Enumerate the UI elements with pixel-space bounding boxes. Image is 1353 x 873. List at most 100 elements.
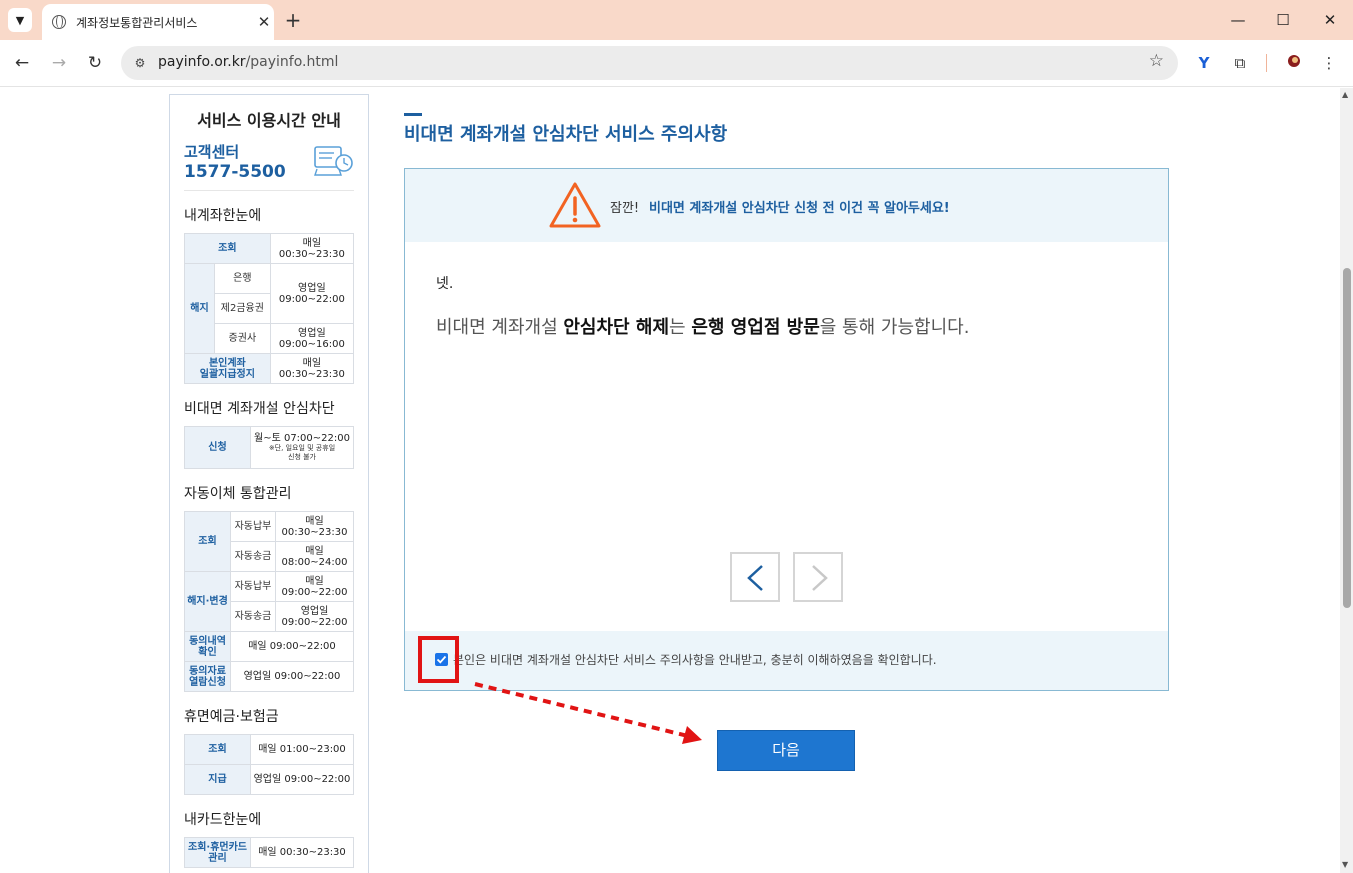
scrollbar-thumb[interactable] bbox=[1343, 268, 1351, 608]
chevron-left-icon bbox=[747, 565, 763, 591]
label-line: 조회·휴먼카드 bbox=[188, 841, 247, 853]
time-range: 09:00~22:00 bbox=[278, 293, 345, 305]
scroll-down-icon[interactable]: ▼ bbox=[1342, 860, 1348, 869]
time-day: 매일 bbox=[302, 237, 322, 249]
time-range: 09:00~22:00 bbox=[281, 586, 348, 598]
cell-card-time: 매일 00:30~23:30 bbox=[250, 837, 354, 868]
profile-avatar[interactable] bbox=[1283, 52, 1305, 74]
label-line: 본인계좌 bbox=[208, 357, 246, 369]
apply-note: 신청 불가 bbox=[288, 453, 316, 461]
warning-triangle-icon bbox=[549, 182, 601, 228]
tab-search-button[interactable]: ▼ bbox=[8, 8, 32, 32]
confirm-label[interactable]: 본인은 비대면 계좌개설 안심차단 서비스 주의사항을 안내받고, 충분히 이해… bbox=[453, 651, 937, 668]
bookmark-star-icon[interactable]: ☆ bbox=[1149, 51, 1164, 71]
time-range: 00:30~23:30 bbox=[278, 368, 345, 380]
maximize-button[interactable]: ☐ bbox=[1273, 8, 1293, 32]
dormant-hours-table: 조회 매일 01:00~23:00 지급 영업일 09:00~22:00 bbox=[184, 734, 354, 795]
cell-inquiry: 조회 bbox=[184, 233, 271, 264]
section-title-my-cards: 내카드한눈에 bbox=[184, 812, 262, 828]
cell-consent-doc-time: 영업일 09:00~22:00 bbox=[230, 661, 354, 692]
minimize-button[interactable]: — bbox=[1228, 8, 1248, 32]
cell-apply-time: 월~토 07:00~22:00 ※단, 일요일 및 공휴일 신청 불가 bbox=[250, 426, 354, 469]
cell-autosend-time: 매일 08:00~24:00 bbox=[274, 541, 355, 572]
cell-change: 해지·변경 bbox=[184, 571, 231, 632]
cell-securities: 증권사 bbox=[214, 323, 271, 354]
label-line: 일괄지급정지 bbox=[199, 368, 255, 380]
label-line: 동의내역 bbox=[189, 635, 226, 647]
cell-bank-time: 영업일 09:00~22:00 bbox=[269, 263, 355, 324]
notice-text: 비대면 계좌개설 안심차단 해제는 은행 영업점 방문을 통해 가능합니다. bbox=[436, 313, 969, 339]
cell-autopay-time: 매일 09:00~22:00 bbox=[274, 571, 355, 602]
tab-title: 계좌정보통합관리서비스 bbox=[76, 15, 198, 30]
next-button[interactable]: 다음 bbox=[717, 730, 855, 771]
active-tab[interactable]: 계좌정보통합관리서비스 ✕ bbox=[42, 4, 274, 40]
tab-strip: ▼ 계좌정보통합관리서비스 ✕ + — ☐ ✕ bbox=[0, 0, 1353, 40]
warning-text: 비대면 계좌개설 안심차단 신청 전 이건 꼭 알아두세요! bbox=[649, 201, 950, 216]
warning-prefix: 잠깐! bbox=[610, 201, 640, 216]
time-day: 매일 bbox=[305, 515, 324, 527]
time-range: 00:30~23:30 bbox=[278, 248, 345, 260]
cell-self-account-time: 매일 00:30~23:30 bbox=[269, 353, 355, 384]
section-title-my-accounts: 내계좌한눈에 bbox=[184, 208, 262, 224]
next-notice-button[interactable] bbox=[793, 552, 843, 602]
close-tab-icon[interactable]: ✕ bbox=[256, 13, 272, 31]
notice-text-bold: 은행 영업점 방문 bbox=[691, 317, 820, 338]
url-text[interactable]: payinfo.or.kr/payinfo.html bbox=[158, 54, 338, 70]
toolbar-separator bbox=[1266, 54, 1267, 72]
apply-note: ※단, 일요일 및 공휴일 bbox=[268, 444, 336, 452]
cell-cancel: 해지 bbox=[184, 263, 215, 354]
time-day: 매일 bbox=[305, 575, 324, 587]
section-title-dormant: 휴면예금·보험금 bbox=[184, 709, 279, 725]
cell-autosend-time: 영업일 09:00~22:00 bbox=[274, 601, 355, 632]
annotation-arrow-icon bbox=[474, 682, 702, 744]
time-range: 월~토 07:00~22:00 bbox=[254, 433, 350, 444]
customer-center: 고객센터 1577-5500 bbox=[184, 141, 354, 191]
cell-securities-time: 영업일 09:00~16:00 bbox=[269, 323, 355, 354]
warning-banner: 잠깐! 비대면 계좌개설 안심차단 신청 전 이건 꼭 알아두세요! bbox=[405, 169, 1168, 242]
cell-bank: 은행 bbox=[214, 263, 271, 294]
address-bar[interactable]: ⚙ payinfo.or.kr/payinfo.html ☆ bbox=[121, 46, 1178, 80]
time-day: 영업일 bbox=[298, 327, 326, 339]
page-title: 비대면 계좌개설 안심차단 서비스 주의사항 bbox=[404, 124, 728, 145]
cell-inquiry-time: 매일 01:00~23:00 bbox=[250, 734, 354, 765]
sidebar-title: 서비스 이용시간 안내 bbox=[197, 111, 341, 130]
extensions-puzzle-icon[interactable]: ⧉ bbox=[1229, 52, 1251, 74]
window-close-button[interactable]: ✕ bbox=[1320, 8, 1340, 32]
url-path: /payinfo.html bbox=[245, 54, 339, 70]
cell-autosend: 자동송금 bbox=[230, 541, 276, 572]
site-info-icon[interactable]: ⚙ bbox=[131, 54, 149, 72]
label-line: 동의자료 bbox=[189, 665, 226, 677]
cell-inquiry: 조회 bbox=[184, 734, 251, 765]
auto-transfer-hours-table: 조회 자동납부 매일 00:30~23:30 자동송금 매일 08:00~24:00… bbox=[184, 511, 355, 692]
cell-autopay: 자동납부 bbox=[230, 571, 276, 602]
reload-button[interactable]: ↻ bbox=[83, 51, 107, 75]
browser-toolbar: ← → ↻ ⚙ payinfo.or.kr/payinfo.html ☆ Y ⧉… bbox=[0, 40, 1353, 87]
extension-y-icon[interactable]: Y bbox=[1193, 52, 1215, 74]
forward-button[interactable]: → bbox=[47, 51, 71, 75]
time-day: 영업일 bbox=[300, 605, 329, 617]
time-range: 09:00~16:00 bbox=[278, 338, 345, 350]
cell-apply: 신청 bbox=[184, 426, 251, 469]
time-range: 00:30~23:30 bbox=[281, 526, 348, 538]
scroll-up-icon[interactable]: ▲ bbox=[1342, 90, 1348, 99]
back-button[interactable]: ← bbox=[10, 51, 34, 75]
notice-text-bold: 안심차단 해제 bbox=[563, 317, 670, 338]
service-hours-sidebar: 서비스 이용시간 안내 고객센터 1577-5500 내계좌한눈에 조회 매일 0… bbox=[169, 94, 369, 873]
chevron-down-icon: ▼ bbox=[15, 13, 25, 27]
page-scrollbar[interactable]: ▲ ▼ bbox=[1340, 88, 1353, 873]
cell-autopay: 자동납부 bbox=[230, 511, 276, 542]
new-tab-button[interactable]: + bbox=[283, 8, 303, 32]
my-cards-hours-table: 조회·휴먼카드 관리 매일 00:30~23:30 bbox=[184, 837, 354, 868]
globe-icon bbox=[52, 15, 66, 29]
time-range: 09:00~22:00 bbox=[281, 616, 348, 628]
cell-consent: 동의내역 확인 bbox=[184, 631, 231, 662]
notice-number: 넷. bbox=[436, 276, 454, 292]
url-domain: payinfo.or.kr bbox=[158, 54, 246, 70]
cell-pay: 지급 bbox=[184, 764, 251, 795]
prev-notice-button[interactable] bbox=[730, 552, 780, 602]
time-range: 08:00~24:00 bbox=[281, 556, 348, 568]
label-line: 확인 bbox=[198, 646, 217, 658]
my-accounts-hours-table: 조회 매일 00:30~23:30 해지 은행 영업일 09:00~22:00 제2… bbox=[184, 233, 355, 384]
label-line: 열람신청 bbox=[189, 676, 226, 688]
menu-kebab-icon[interactable]: ⋮ bbox=[1318, 52, 1340, 74]
